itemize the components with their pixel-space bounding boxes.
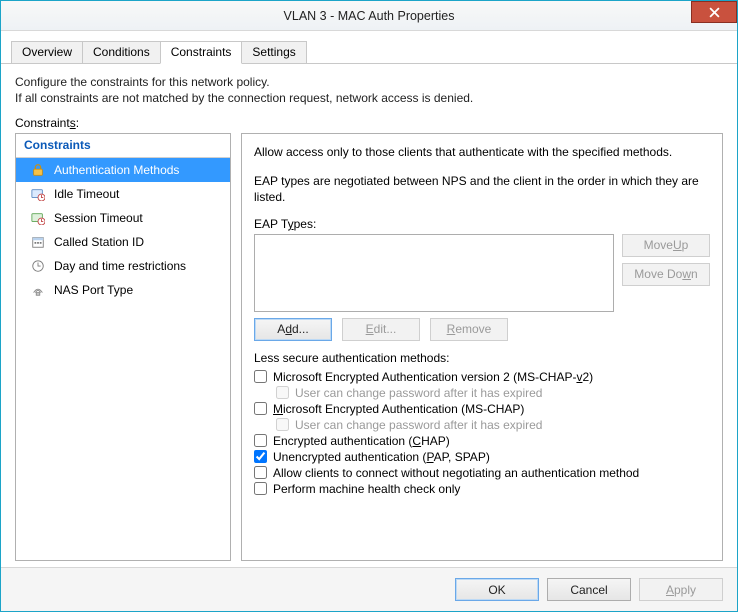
constraints-label: Constraints: <box>15 116 723 130</box>
chk-label: Perform machine health check only <box>273 482 460 496</box>
chk-no-negotiate[interactable]: Allow clients to connect without negotia… <box>254 466 710 480</box>
edit-button[interactable]: Edit... <box>342 318 420 341</box>
intro-text: Configure the constraints for this netwo… <box>15 74 723 106</box>
chk-mschap-v2[interactable]: Microsoft Encrypted Authentication versi… <box>254 370 710 384</box>
chk-pap-box[interactable] <box>254 450 267 463</box>
eap-move-buttons: Move Up Move Down <box>622 234 710 312</box>
tab-strip: Overview Conditions Constraints Settings <box>1 31 737 64</box>
nav-called-station-id[interactable]: Called Station ID <box>16 230 230 254</box>
chk-chap-box[interactable] <box>254 434 267 447</box>
cancel-button[interactable]: Cancel <box>547 578 631 601</box>
window-title: VLAN 3 - MAC Auth Properties <box>284 9 455 23</box>
intro-line-1: Configure the constraints for this netwo… <box>15 74 723 90</box>
eap-types-label: EAP Types: <box>254 217 710 231</box>
eap-types-list[interactable] <box>254 234 614 312</box>
calendar-icon <box>30 234 46 250</box>
chk-label: Microsoft Encrypted Authentication versi… <box>273 370 593 384</box>
properties-dialog: VLAN 3 - MAC Auth Properties Overview Co… <box>0 0 738 612</box>
apply-button[interactable]: Apply <box>639 578 723 601</box>
ok-button[interactable]: OK <box>455 578 539 601</box>
nav-item-label: Called Station ID <box>54 235 144 249</box>
constraints-list-header: Constraints <box>16 134 230 158</box>
nav-item-label: Day and time restrictions <box>54 259 186 273</box>
tab-settings[interactable]: Settings <box>241 41 306 63</box>
split-pane: Constraints Authentication Methods Idle … <box>15 133 723 561</box>
chk-mschap-v2-box[interactable] <box>254 370 267 383</box>
session-icon <box>30 210 46 226</box>
close-icon <box>709 7 720 18</box>
constraints-list-panel: Constraints Authentication Methods Idle … <box>15 133 231 561</box>
nas-icon <box>30 282 46 298</box>
auth-checkboxes: Microsoft Encrypted Authentication versi… <box>254 370 710 496</box>
clock-icon <box>30 258 46 274</box>
chk-label: Microsoft Encrypted Authentication (MS-C… <box>273 402 524 416</box>
chk-pap[interactable]: Unencrypted authentication (PAP, SPAP) <box>254 450 710 464</box>
chk-health-only[interactable]: Perform machine health check only <box>254 482 710 496</box>
nav-nas-port-type[interactable]: NAS Port Type <box>16 278 230 302</box>
allow-access-text: Allow access only to those clients that … <box>254 144 710 160</box>
tab-overview[interactable]: Overview <box>11 41 83 63</box>
chk-no-negotiate-box[interactable] <box>254 466 267 479</box>
nav-day-time-restrictions[interactable]: Day and time restrictions <box>16 254 230 278</box>
chk-mschap[interactable]: Microsoft Encrypted Authentication (MS-C… <box>254 402 710 416</box>
chk-mschap-sub: User can change password after it has ex… <box>254 418 710 432</box>
chk-label: User can change password after it has ex… <box>295 386 542 400</box>
chk-chap[interactable]: Encrypted authentication (CHAP) <box>254 434 710 448</box>
chk-mschap-v2-sub-box <box>276 386 289 399</box>
chk-health-only-box[interactable] <box>254 482 267 495</box>
chk-mschap-sub-box <box>276 418 289 431</box>
nav-item-label: Session Timeout <box>54 211 143 225</box>
chk-mschap-v2-sub: User can change password after it has ex… <box>254 386 710 400</box>
chk-mschap-box[interactable] <box>254 402 267 415</box>
nav-item-label: Authentication Methods <box>54 163 179 177</box>
chk-label: Unencrypted authentication (PAP, SPAP) <box>273 450 490 464</box>
nav-idle-timeout[interactable]: Idle Timeout <box>16 182 230 206</box>
eap-action-buttons: Add... Edit... Remove <box>254 318 710 341</box>
chk-label: Allow clients to connect without negotia… <box>273 466 639 480</box>
lock-icon <box>30 162 46 178</box>
remove-button[interactable]: Remove <box>430 318 508 341</box>
tab-constraints[interactable]: Constraints <box>160 41 243 64</box>
nav-item-label: NAS Port Type <box>54 283 133 297</box>
eap-types-row: Move Up Move Down <box>254 234 710 312</box>
constraint-detail-panel: Allow access only to those clients that … <box>241 133 723 561</box>
move-down-button[interactable]: Move Down <box>622 263 710 286</box>
titlebar: VLAN 3 - MAC Auth Properties <box>1 1 737 31</box>
idle-icon <box>30 186 46 202</box>
eap-intro-text: EAP types are negotiated between NPS and… <box>254 173 710 205</box>
nav-session-timeout[interactable]: Session Timeout <box>16 206 230 230</box>
nav-authentication-methods[interactable]: Authentication Methods <box>16 158 230 182</box>
chk-label: Encrypted authentication (CHAP) <box>273 434 450 448</box>
nav-item-label: Idle Timeout <box>54 187 119 201</box>
less-secure-label: Less secure authentication methods: <box>254 351 710 365</box>
dialog-footer: OK Cancel Apply <box>1 567 737 611</box>
add-button[interactable]: Add... <box>254 318 332 341</box>
close-button[interactable] <box>691 1 737 23</box>
tab-content: Configure the constraints for this netwo… <box>1 64 737 567</box>
intro-line-2: If all constraints are not matched by th… <box>15 90 723 106</box>
chk-label: User can change password after it has ex… <box>295 418 542 432</box>
tab-conditions[interactable]: Conditions <box>82 41 161 63</box>
move-up-button[interactable]: Move Up <box>622 234 710 257</box>
